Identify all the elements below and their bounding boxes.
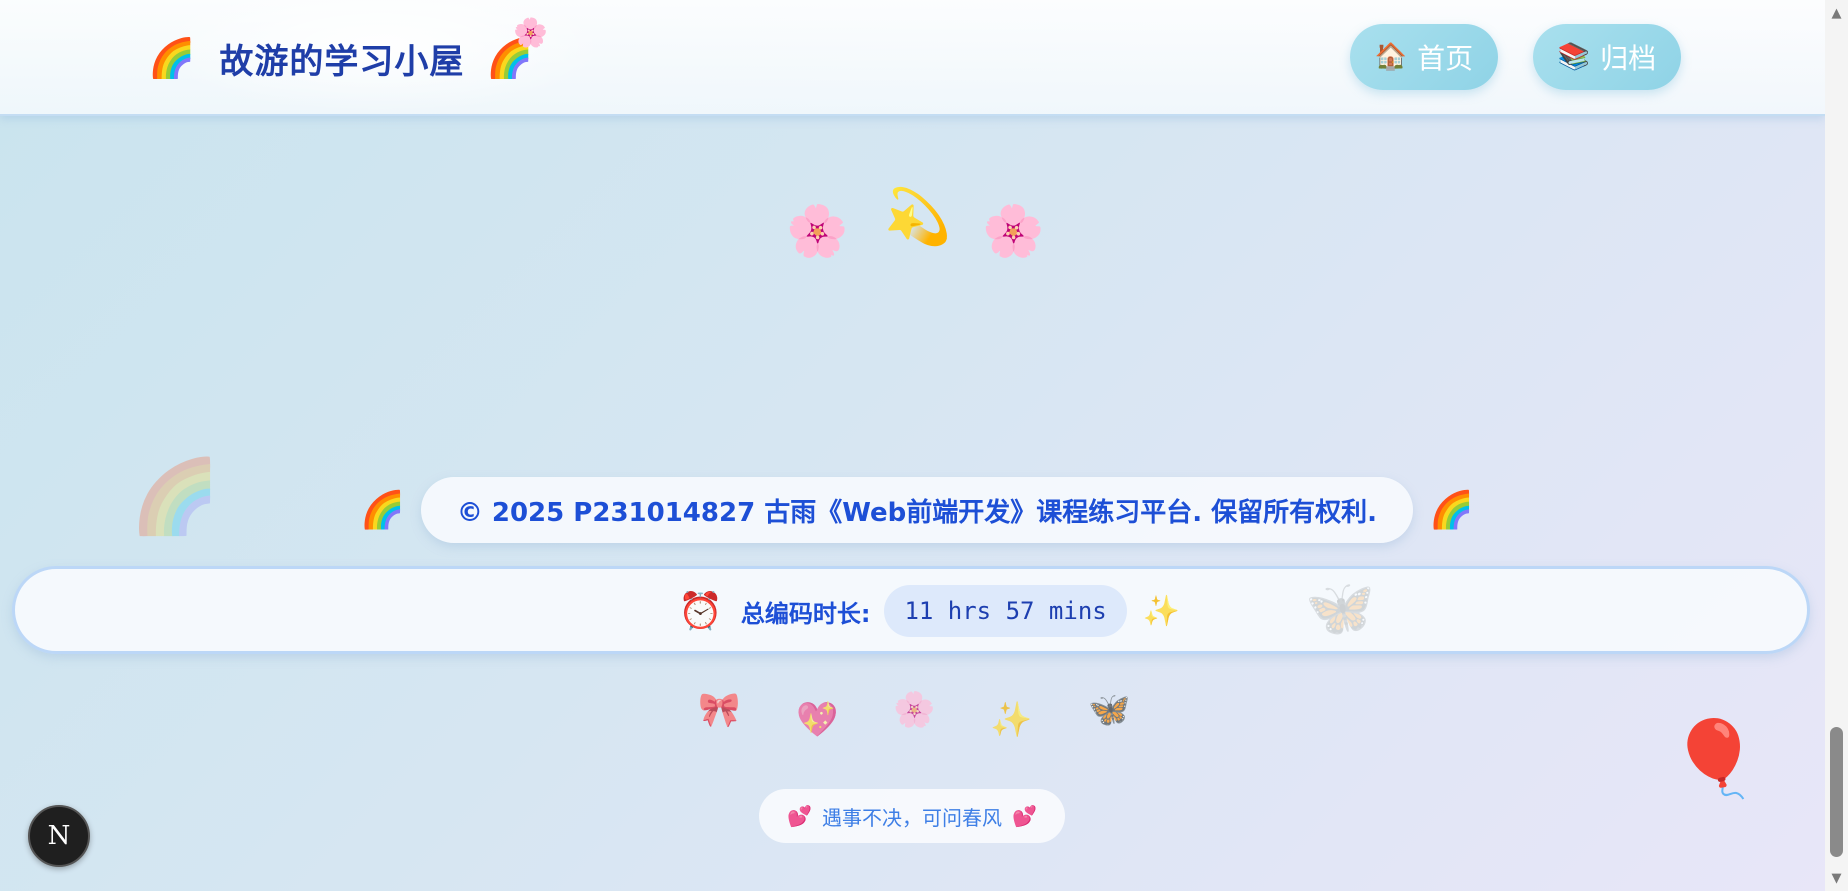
nav-archive-button[interactable]: 📚 归档 [1533,24,1681,90]
ribbon-icon: 🎀 [698,690,741,730]
scroll-down-arrow-icon[interactable]: ▼ [1825,867,1848,889]
butterfly-icon: 🦋 [1088,690,1131,730]
balloon-icon[interactable]: 🎈 [1668,722,1760,796]
flower-icon: 🌸 [982,202,1045,260]
scrollbar[interactable]: ▲ ▼ [1825,0,1848,891]
flower-icon: 🌸 [513,16,548,49]
flower-icon: 🌸 [786,202,849,260]
sparkles-icon: ✨ [990,700,1033,740]
scrollbar-thumb[interactable] [1830,727,1843,857]
coding-time: ⏰ 总编码时长: 11 hrs 57 mins ✨ [678,585,1180,637]
site-title[interactable]: 故游的学习小屋 [219,34,464,83]
nav-archive-label: 归档 [1600,42,1657,75]
rainbow-icon: 🌈 [1429,490,1474,531]
sparkles-icon: ✨ [1142,593,1181,629]
two-hearts-icon: 💕 [787,804,812,828]
alarm-clock-icon: ⏰ [678,591,723,632]
rainbow-icon: 🌈 [130,454,220,538]
copyright-text: © 2025 P231014827 古雨《Web前端开发》课程练习平台. 保留所… [420,477,1414,543]
scroll-up-arrow-icon[interactable]: ▲ [1825,2,1848,24]
butterfly-icon: 🦋 [1305,576,1375,641]
brand[interactable]: 🌈 故游的学习小屋 🌈 🌸 [148,16,548,88]
sparkling-heart-icon: 💖 [796,700,839,740]
house-icon: 🏠 [1374,42,1408,72]
copyright-row: 🌈 © 2025 P231014827 古雨《Web前端开发》课程练习平台. 保… [360,477,1474,543]
flower-icon: 🌸 [893,690,936,730]
nextjs-badge-button[interactable]: N [28,805,90,867]
coding-time-label: 总编码时长: [740,599,871,628]
nav-home-button[interactable]: 🏠 首页 [1350,24,1498,90]
coding-time-bar: ⏰ 总编码时长: 11 hrs 57 mins ✨ 🦋 [12,566,1810,654]
rainbow-icon: 🌈 [360,490,405,531]
dizzy-star-icon: 💫 [884,185,952,248]
motto-pill: 💕 遇事不决，可问春风 💕 [759,789,1065,843]
nav-home-label: 首页 [1417,42,1474,75]
site-header: 🌈 故游的学习小屋 🌈 🌸 🏠 首页 📚 归档 [0,0,1825,116]
books-icon: 📚 [1557,42,1591,72]
rainbow-icon: 🌈 [148,36,196,80]
two-hearts-icon: 💕 [1012,804,1037,828]
coding-time-value: 11 hrs 57 mins [884,585,1127,637]
motto-text: 遇事不决，可问春风 [822,805,1002,830]
